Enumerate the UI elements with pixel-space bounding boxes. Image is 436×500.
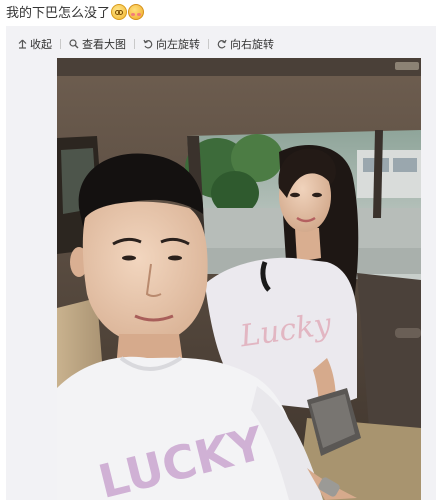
rotate-left-icon <box>143 39 153 49</box>
blushing-face-emoji-icon <box>128 3 145 20</box>
rotate-left-label: 向左旋转 <box>156 38 200 51</box>
collapse-button[interactable]: 收起 <box>16 36 54 52</box>
collapse-label: 收起 <box>30 38 52 51</box>
toolbar-divider <box>134 39 135 49</box>
post-photo[interactable]: Lucky LUCKY <box>57 58 421 500</box>
collapse-arrow-icon <box>18 39 27 49</box>
image-toolbar: 收起 查看大图 向左旋转 向右旋转 <box>16 36 276 52</box>
rotate-right-icon <box>217 39 227 49</box>
rotate-right-label: 向右旋转 <box>230 38 274 51</box>
toolbar-divider <box>60 39 61 49</box>
dizzy-face-emoji-icon <box>111 3 128 20</box>
toolbar-divider <box>208 39 209 49</box>
selfie-photo-illustration: Lucky LUCKY <box>57 58 421 500</box>
view-large-label: 查看大图 <box>82 38 126 51</box>
rotate-left-button[interactable]: 向左旋转 <box>141 36 202 52</box>
search-icon <box>69 39 79 49</box>
post-text-content: 我的下巴怎么没了 <box>6 6 111 21</box>
rotate-right-button[interactable]: 向右旋转 <box>215 36 276 52</box>
view-large-button[interactable]: 查看大图 <box>67 36 128 52</box>
post-text: 我的下巴怎么没了 <box>6 2 145 21</box>
media-panel: 收起 查看大图 向左旋转 向右旋转 Lucky LUCKY <box>6 26 436 500</box>
